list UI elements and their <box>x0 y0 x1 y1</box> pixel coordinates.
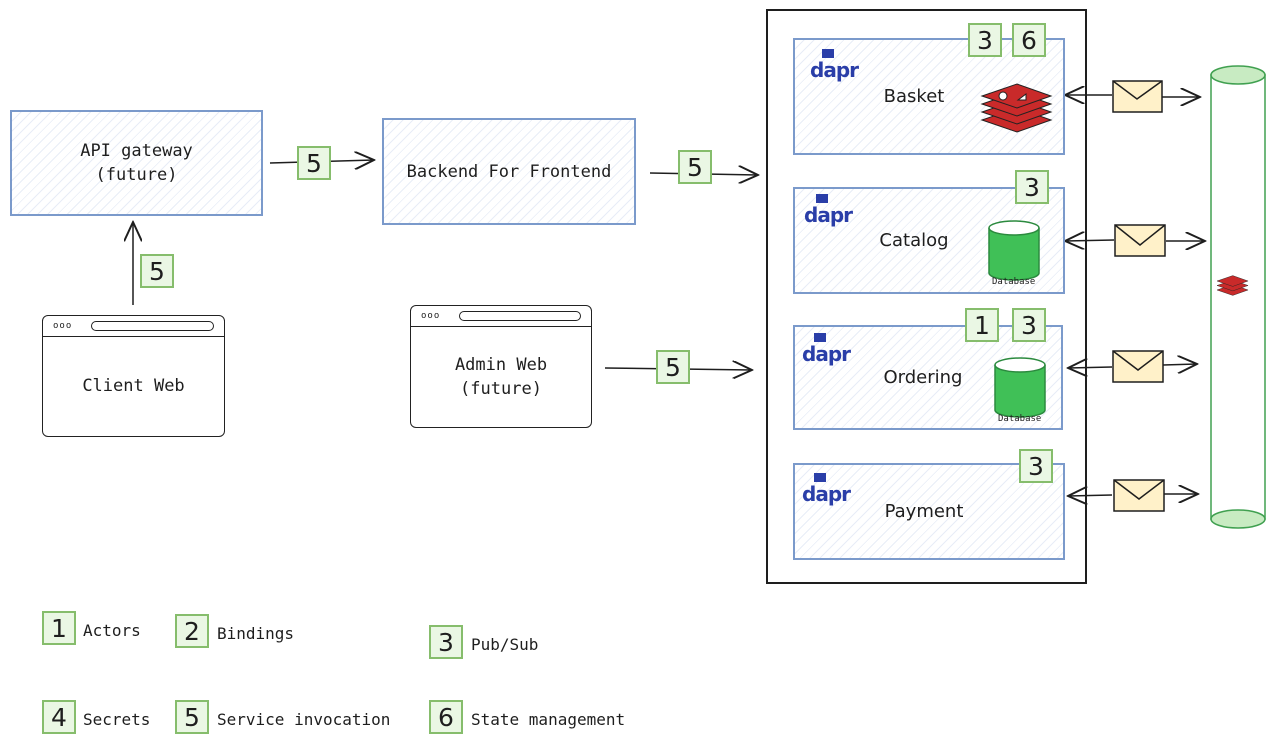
badge-service-invocation: 5 <box>297 146 331 180</box>
badge-pub-sub: 3 <box>1015 170 1049 204</box>
legend-badge: 5 <box>175 700 209 734</box>
service-name: Basket <box>883 85 945 107</box>
envelope-icons <box>1112 80 1166 512</box>
database-label: Database <box>992 277 1036 287</box>
dapr-logo: dapr <box>802 333 851 366</box>
badge-service-invocation: 5 <box>140 254 174 288</box>
service-name: Catalog <box>879 229 949 251</box>
bff-label: Backend For Frontend <box>406 161 612 182</box>
badge-state-management: 6 <box>1012 23 1046 57</box>
legend-label: Bindings <box>217 624 295 643</box>
legend-badge: 3 <box>429 625 463 659</box>
client-web-label: Client Web <box>82 376 185 396</box>
message-bus-cylinder <box>1210 65 1266 529</box>
api-gateway-sublabel: (future) <box>95 165 178 185</box>
dapr-logo: dapr <box>802 473 851 506</box>
admin-web-sublabel: (future) <box>460 378 542 399</box>
window-controls-icon: ooo <box>421 311 441 321</box>
badge-service-invocation: 5 <box>656 350 690 384</box>
address-bar <box>459 311 581 321</box>
service-name: Ordering <box>883 366 963 388</box>
client-web-node: ooo Client Web <box>42 315 225 437</box>
admin-web-label: Admin Web <box>454 354 548 375</box>
legend-label: Actors <box>83 621 141 640</box>
legend-badge: 2 <box>175 614 209 648</box>
bff-node: Backend For Frontend <box>382 118 636 225</box>
legend-label: Secrets <box>83 710 151 729</box>
api-gateway-node: API gateway (future) <box>10 110 263 216</box>
api-gateway-label: API gateway <box>80 141 193 161</box>
badge-pub-sub: 3 <box>1019 449 1053 483</box>
legend-label: Pub/Sub <box>471 635 539 654</box>
service-name: Payment <box>884 500 964 522</box>
badge-pub-sub: 3 <box>1012 308 1046 342</box>
legend-label: Service invocation <box>217 710 391 729</box>
badge-service-invocation: 5 <box>678 150 712 184</box>
dapr-logo: dapr <box>804 194 853 227</box>
admin-web-node: ooo Admin Web (future) <box>410 305 592 428</box>
legend-badge: 4 <box>42 700 76 734</box>
address-bar <box>91 321 214 331</box>
legend-label: State management <box>471 710 626 729</box>
badge-actors: 1 <box>965 308 999 342</box>
badge-pub-sub: 3 <box>968 23 1002 57</box>
legend-badge: 6 <box>429 700 463 734</box>
window-controls-icon: ooo <box>53 321 73 331</box>
legend-badge: 1 <box>42 611 76 645</box>
database-label: Database <box>998 414 1042 424</box>
dapr-logo: dapr <box>810 49 859 82</box>
